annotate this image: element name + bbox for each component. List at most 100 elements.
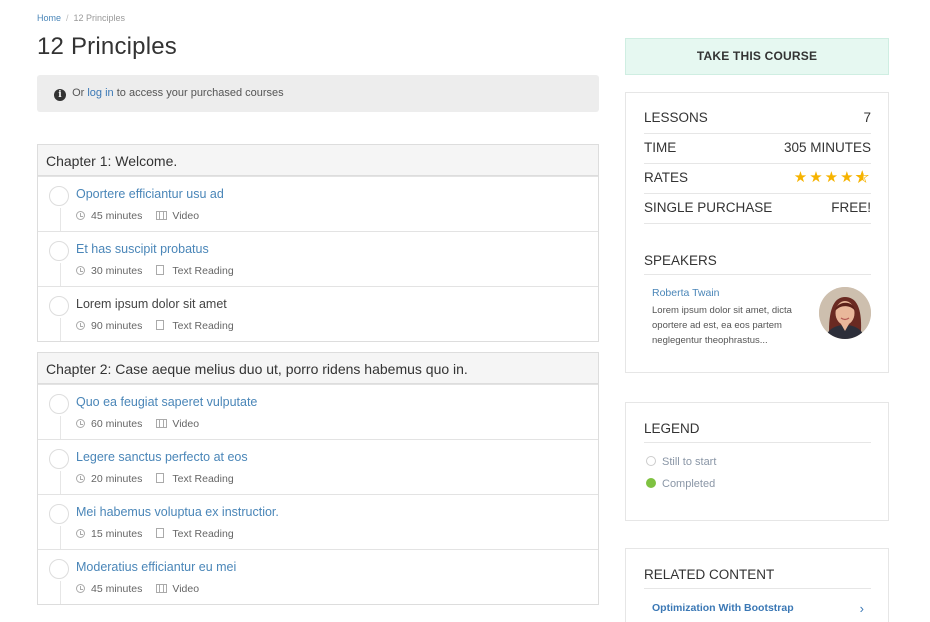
stat-value: FREE! bbox=[831, 200, 871, 215]
clock-icon bbox=[76, 529, 85, 538]
lesson-type: Text Reading bbox=[172, 473, 234, 485]
stat-label: LESSONS bbox=[644, 110, 708, 125]
lesson-item[interactable]: Legere sanctus perfecto at eos 20 minute… bbox=[38, 439, 598, 494]
stat-rates: RATES ★★★★★ bbox=[644, 164, 871, 194]
lesson-item[interactable]: Quo ea feugiat saperet vulputate 60 minu… bbox=[38, 384, 598, 439]
timeline-line bbox=[60, 416, 61, 439]
legend-label: Still to start bbox=[662, 456, 717, 468]
status-circle-icon bbox=[49, 559, 69, 579]
lesson-title-link[interactable]: Mei habemus voluptua ex instructior. bbox=[76, 505, 279, 519]
lesson-type: Video bbox=[172, 418, 200, 430]
login-link[interactable]: log in bbox=[87, 87, 113, 99]
lesson-title-link[interactable]: Oportere efficiantur usu ad bbox=[76, 187, 224, 201]
lesson-meta: 30 minutes Text Reading bbox=[76, 265, 234, 277]
take-course-button[interactable]: TAKE THIS COURSE bbox=[625, 38, 889, 75]
lesson-duration: 45 minutes bbox=[91, 210, 143, 222]
chapter-title: Chapter 1: Welcome. bbox=[38, 145, 598, 176]
timeline-line bbox=[60, 526, 61, 549]
star-icon: ★ bbox=[793, 169, 810, 186]
status-circle-icon bbox=[49, 449, 69, 469]
lesson-title-link[interactable]: Moderatius efficiantur eu mei bbox=[76, 560, 236, 574]
lesson-type: Text Reading bbox=[172, 528, 234, 540]
chapter-1: Chapter 1: Welcome. Oportere efficiantur… bbox=[37, 144, 599, 342]
course-info-panel: LESSONS 7 TIME 305 MINUTES RATES ★★★★★ S… bbox=[625, 92, 889, 373]
stat-time: TIME 305 MINUTES bbox=[644, 134, 871, 164]
lesson-item[interactable]: Moderatius efficiantur eu mei 45 minutes… bbox=[38, 549, 598, 604]
speaker-name-link[interactable]: Roberta Twain bbox=[652, 287, 720, 299]
lesson-meta: 45 minutes Video bbox=[76, 210, 199, 222]
breadcrumb-home-link[interactable]: Home bbox=[37, 13, 61, 23]
notice-suffix: to access your purchased courses bbox=[116, 87, 284, 99]
lesson-duration: 60 minutes bbox=[91, 418, 143, 430]
lesson-title-link[interactable]: Quo ea feugiat saperet vulputate bbox=[76, 395, 257, 409]
star-icon: ★ bbox=[824, 169, 841, 186]
chapter-title: Chapter 2: Case aeque melius duo ut, por… bbox=[38, 353, 598, 384]
star-icon: ★ bbox=[809, 169, 825, 186]
clock-icon bbox=[76, 321, 85, 330]
lesson-title-link[interactable]: Lorem ipsum dolor sit amet bbox=[76, 297, 227, 311]
lesson-title-link[interactable]: Legere sanctus perfecto at eos bbox=[76, 450, 248, 464]
timeline-line bbox=[60, 581, 61, 604]
stat-label: RATES bbox=[644, 170, 689, 185]
breadcrumb: Home / 12 Principles bbox=[37, 13, 125, 23]
video-icon bbox=[156, 211, 168, 220]
speaker-avatar bbox=[819, 287, 871, 339]
lesson-item[interactable]: Et has suscipit probatus 30 minutes Text … bbox=[38, 231, 598, 286]
clock-icon bbox=[76, 211, 85, 220]
star-half-icon: ★ bbox=[855, 169, 871, 187]
stat-value: 305 MINUTES bbox=[783, 140, 871, 155]
breadcrumb-current: 12 Principles bbox=[73, 13, 126, 23]
star-icon: ★ bbox=[840, 169, 856, 186]
document-icon bbox=[156, 320, 165, 330]
stat-label: TIME bbox=[644, 140, 677, 155]
document-icon bbox=[156, 265, 165, 275]
related-item[interactable]: Optimization With Bootstrap › bbox=[652, 601, 864, 616]
login-notice: i Or log in to access your purchased cou… bbox=[37, 75, 599, 112]
clock-icon bbox=[76, 474, 85, 483]
status-circle-icon bbox=[49, 394, 69, 414]
avatar-portrait bbox=[819, 287, 871, 339]
document-icon bbox=[156, 473, 165, 483]
timeline-line bbox=[60, 208, 61, 231]
lesson-meta: 45 minutes Video bbox=[76, 583, 199, 595]
lesson-meta: 15 minutes Text Reading bbox=[76, 528, 234, 540]
clock-icon bbox=[76, 419, 85, 428]
status-circle-icon bbox=[49, 186, 69, 206]
timeline-line bbox=[60, 318, 61, 341]
speaker-bio: Lorem ipsum dolor sit amet, dicta oporte… bbox=[652, 305, 792, 346]
star-rating: ★★★★★ bbox=[793, 168, 871, 187]
status-circle-icon bbox=[49, 504, 69, 524]
timeline-line bbox=[60, 471, 61, 494]
lesson-duration: 45 minutes bbox=[91, 583, 143, 595]
lesson-meta: 90 minutes Text Reading bbox=[76, 320, 234, 332]
document-icon bbox=[156, 528, 165, 538]
clock-icon bbox=[76, 266, 85, 275]
stat-lessons: LESSONS 7 bbox=[644, 104, 871, 134]
breadcrumb-separator: / bbox=[66, 13, 69, 23]
video-icon bbox=[156, 419, 168, 428]
legend-panel: LEGEND Still to start Completed bbox=[625, 402, 889, 521]
chevron-right-icon: › bbox=[859, 601, 864, 616]
lesson-title-link[interactable]: Et has suscipit probatus bbox=[76, 242, 209, 256]
status-circle-icon bbox=[49, 241, 69, 261]
video-icon bbox=[156, 584, 168, 593]
lesson-duration: 20 minutes bbox=[91, 473, 143, 485]
notice-prefix: Or bbox=[72, 87, 85, 99]
chapter-2: Chapter 2: Case aeque melius duo ut, por… bbox=[37, 352, 599, 605]
lesson-duration: 90 minutes bbox=[91, 320, 143, 332]
lesson-meta: 20 minutes Text Reading bbox=[76, 473, 234, 485]
timeline-line bbox=[60, 263, 61, 286]
status-circle-icon bbox=[49, 296, 69, 316]
page-title: 12 Principles bbox=[37, 33, 178, 60]
legend-completed: Completed bbox=[646, 478, 715, 490]
related-item-label[interactable]: Optimization With Bootstrap bbox=[652, 602, 794, 614]
stat-purchase: SINGLE PURCHASE FREE! bbox=[644, 194, 871, 224]
lesson-item[interactable]: Mei habemus voluptua ex instructior. 15 … bbox=[38, 494, 598, 549]
lesson-item[interactable]: Lorem ipsum dolor sit amet 90 minutes Tex… bbox=[38, 286, 598, 341]
legend-label: Completed bbox=[662, 478, 716, 490]
lesson-item[interactable]: Oportere efficiantur usu ad 45 minutes Vi… bbox=[38, 176, 598, 231]
lesson-duration: 15 minutes bbox=[91, 528, 143, 540]
info-icon: i bbox=[54, 89, 66, 101]
stat-label: SINGLE PURCHASE bbox=[644, 200, 773, 215]
legend-heading: LEGEND bbox=[644, 421, 871, 443]
